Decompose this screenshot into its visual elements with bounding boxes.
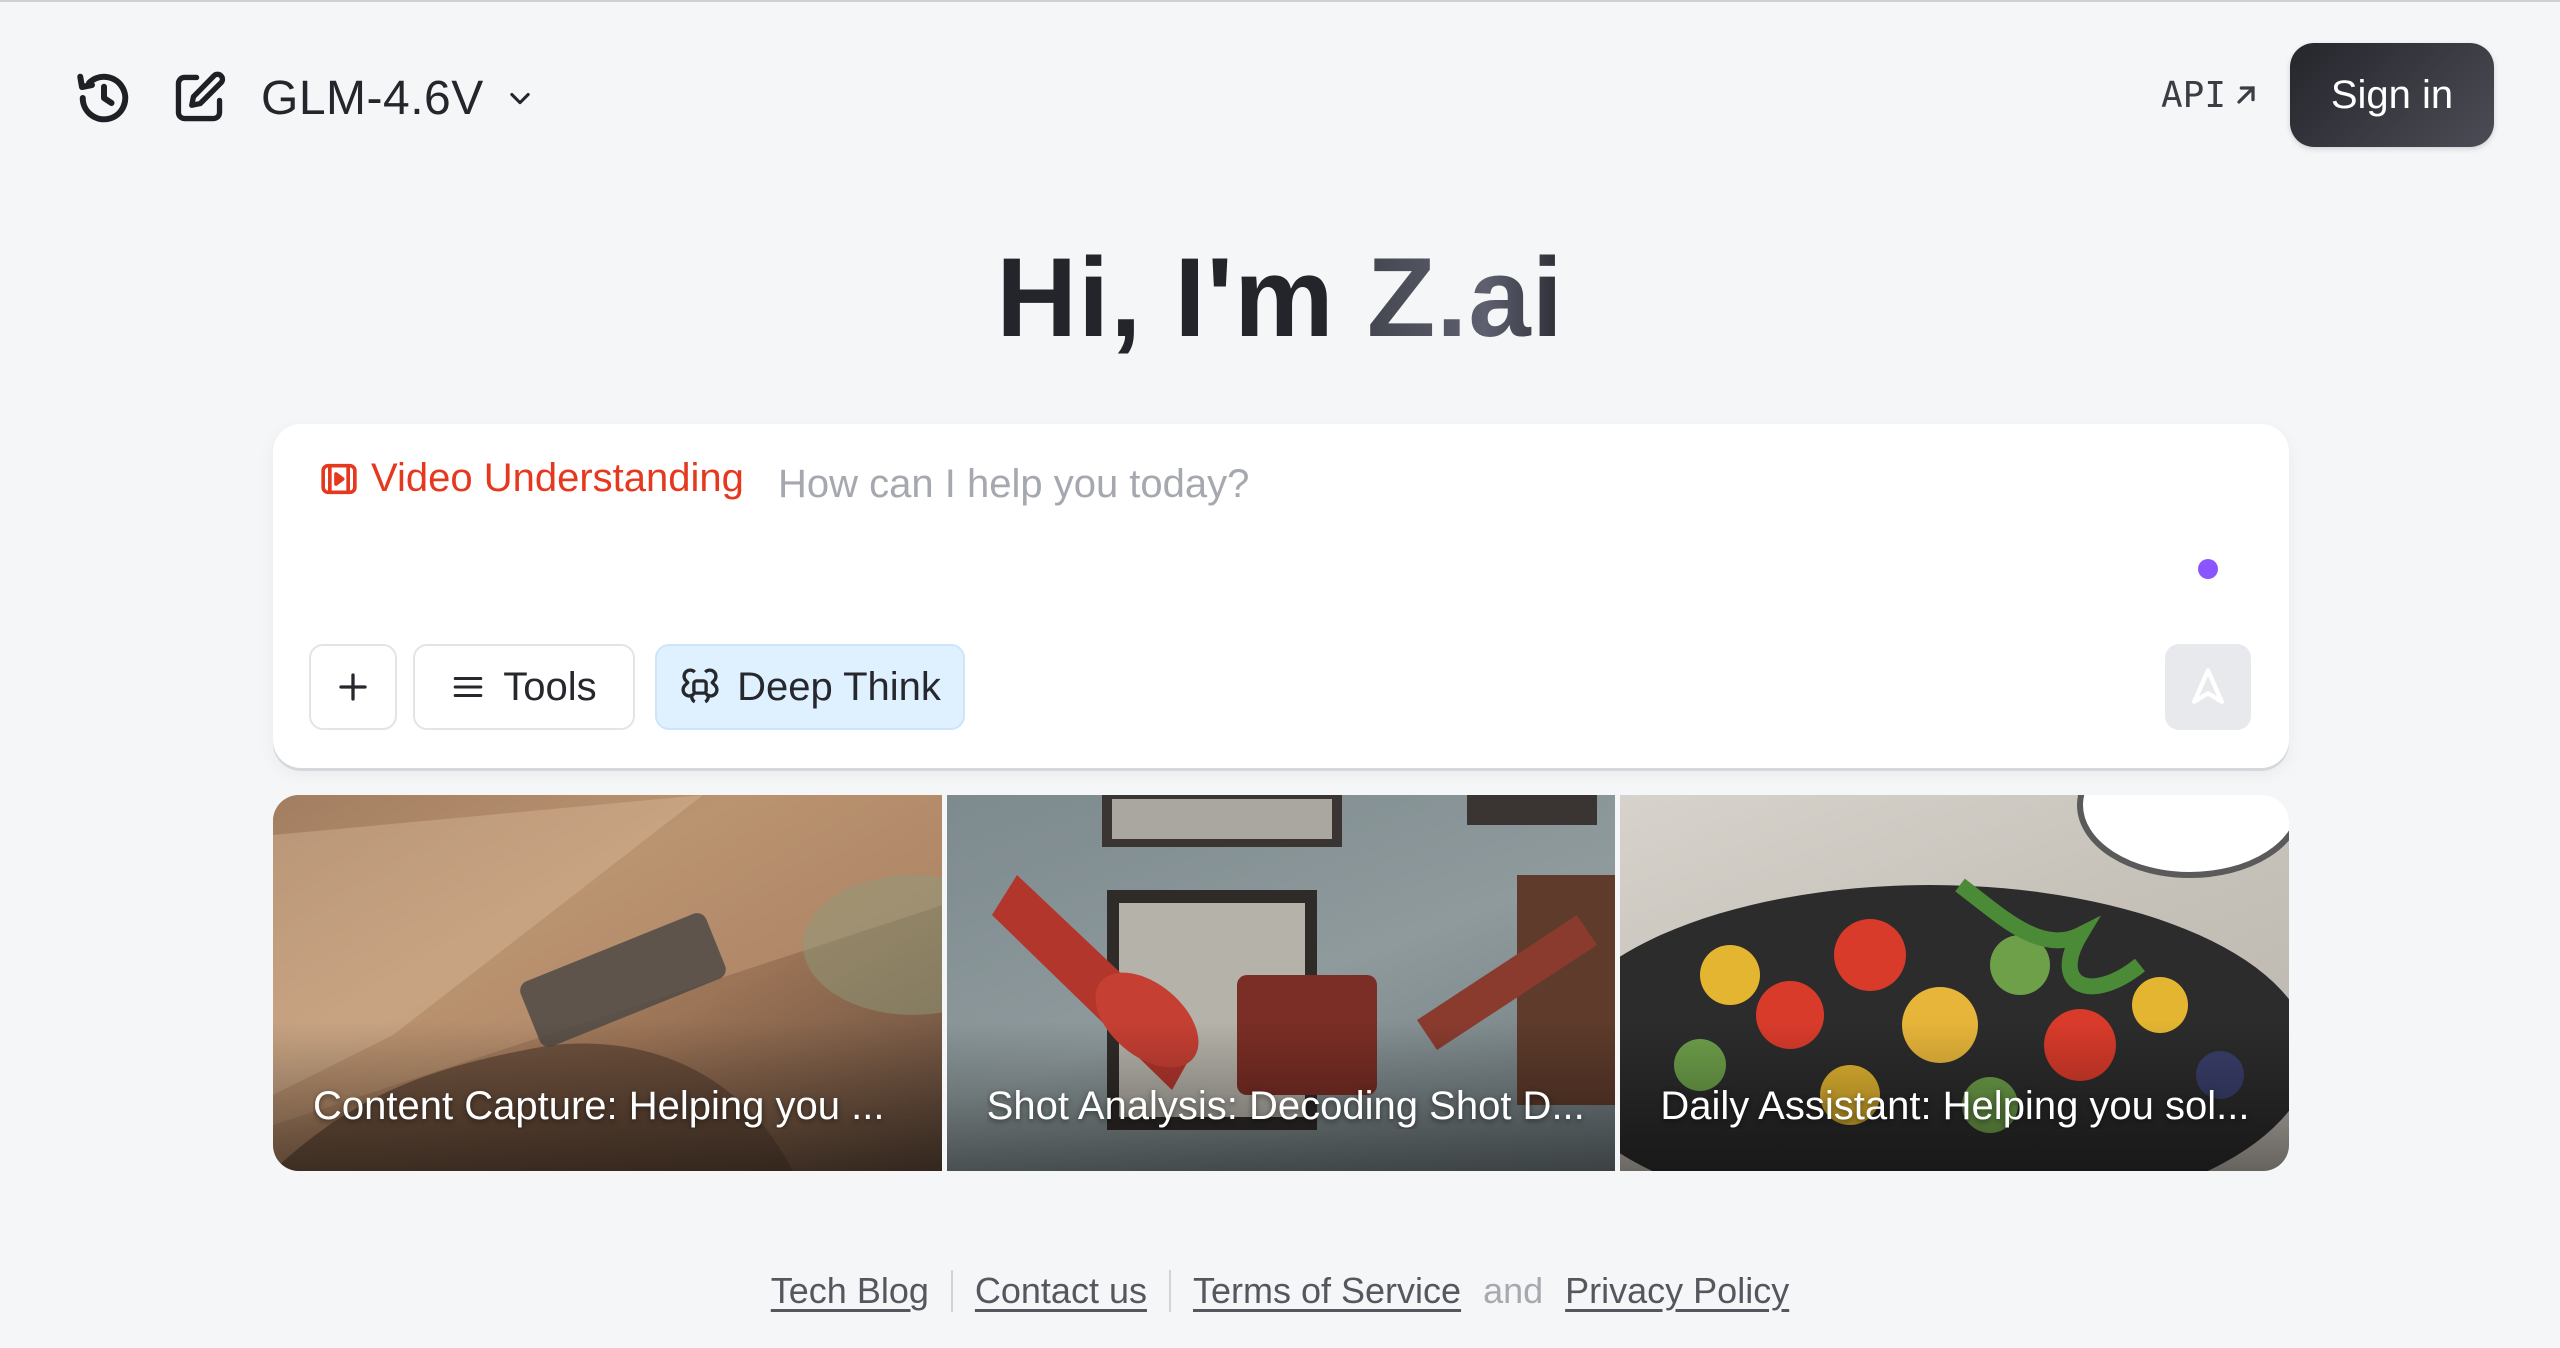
feature-cards: Content Capture: Helping you ... Shot An… xyxy=(273,795,2289,1171)
hero-brand: Z.ai xyxy=(1366,235,1564,360)
composer-card: Video Understanding Tools Deep Think xyxy=(273,424,2289,768)
deep-think-label: Deep Think xyxy=(737,664,941,709)
contact-link[interactable]: Contact us xyxy=(975,1270,1147,1312)
terms-link[interactable]: Terms of Service xyxy=(1193,1270,1461,1312)
model-selector[interactable]: GLM-4.6V xyxy=(261,71,534,126)
history-button[interactable] xyxy=(70,64,138,132)
hero-title: Hi, I'm Z.ai xyxy=(0,228,2560,368)
prompt-input[interactable] xyxy=(778,454,2178,514)
api-label: API xyxy=(2160,74,2226,116)
send-button[interactable] xyxy=(2165,644,2251,730)
video-icon xyxy=(321,463,357,494)
privacy-link[interactable]: Privacy Policy xyxy=(1565,1270,1789,1312)
chevron-down-icon xyxy=(506,84,534,112)
external-arrow-icon xyxy=(2237,86,2255,104)
footer-divider xyxy=(1168,1270,1171,1312)
add-attachment-button[interactable] xyxy=(309,644,397,730)
top-border xyxy=(0,0,2560,2)
header-left: GLM-4.6V xyxy=(70,64,534,132)
hero-greeting: Hi, I'm xyxy=(996,235,1367,360)
model-name: GLM-4.6V xyxy=(261,71,484,125)
feature-caption: Content Capture: Helping you ... xyxy=(313,1084,885,1128)
header-right: API Sign in xyxy=(2161,43,2494,147)
tech-blog-link[interactable]: Tech Blog xyxy=(771,1270,929,1312)
sign-in-button[interactable]: Sign in xyxy=(2290,43,2494,147)
status-dot xyxy=(2198,559,2218,579)
feature-caption: Daily Assistant: Helping you sol... xyxy=(1660,1084,2250,1128)
feature-card-daily-assistant[interactable]: Daily Assistant: Helping you sol... xyxy=(1620,795,2289,1171)
video-understanding-tag[interactable]: Video Understanding xyxy=(319,456,744,501)
video-understanding-label: Video Understanding xyxy=(371,456,744,500)
edit-icon xyxy=(175,71,226,122)
deep-think-toggle[interactable]: Deep Think xyxy=(655,644,965,730)
feature-card-content-capture[interactable]: Content Capture: Helping you ... xyxy=(273,795,942,1171)
feature-card-shot-analysis[interactable]: Shot Analysis: Decoding Shot D... xyxy=(946,795,1616,1171)
menu-icon xyxy=(453,676,483,698)
api-link[interactable]: API xyxy=(2161,75,2260,116)
tools-label: Tools xyxy=(503,664,597,709)
send-arrow-icon xyxy=(2192,668,2224,704)
tools-button[interactable]: Tools xyxy=(413,644,635,730)
deep-think-icon xyxy=(681,668,719,704)
history-icon xyxy=(77,73,129,123)
footer-divider xyxy=(950,1270,953,1312)
footer: Tech Blog Contact us Terms of Service an… xyxy=(0,1270,2560,1312)
feature-caption: Shot Analysis: Decoding Shot D... xyxy=(986,1084,1585,1128)
plus-icon xyxy=(339,673,367,701)
new-chat-button[interactable] xyxy=(165,64,233,132)
footer-and: and xyxy=(1483,1270,1544,1311)
